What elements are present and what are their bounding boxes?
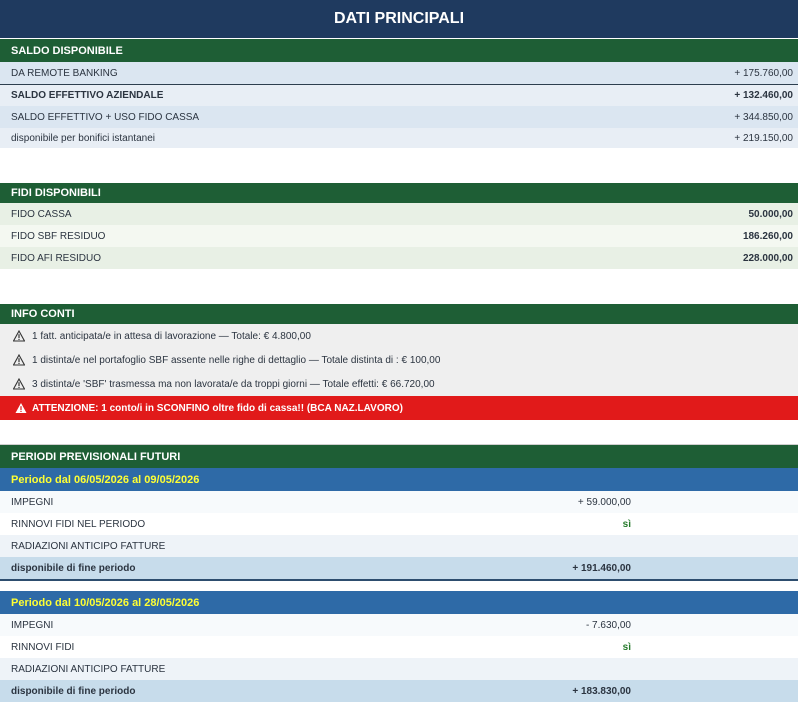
saldo-label: SALDO EFFETTIVO AZIENDALE: [11, 90, 164, 101]
fido-label: FIDO SBF RESIDUO: [11, 230, 106, 242]
info-text: 1 fatt. anticipata/e in attesa di lavora…: [32, 330, 311, 342]
fido-row: FIDO AFI RESIDUO 228.000,00: [0, 247, 798, 269]
period-value: + 59.000,00: [577, 496, 631, 508]
saldo-row: disponibile per bonifici istantanei + 21…: [0, 128, 798, 148]
fido-value: 50.000,00: [748, 208, 794, 220]
saldo-label: SALDO EFFETTIVO + USO FIDO CASSA: [11, 111, 200, 123]
saldo-row: DA REMOTE BANKING + 175.760,00: [0, 62, 798, 84]
saldo-label: disponibile per bonifici istantanei: [11, 132, 155, 144]
period-label: disponibile di fine periodo: [11, 562, 136, 574]
saldo-value: + 219.150,00: [734, 132, 793, 144]
period-row: RADIAZIONI ANTICIPO FATTURE: [0, 535, 798, 557]
saldo-row: SALDO EFFETTIVO + USO FIDO CASSA + 344.8…: [0, 106, 798, 128]
period-label: RADIAZIONI ANTICIPO FATTURE: [11, 663, 166, 675]
period-row: IMPEGNI - 7.630,00: [0, 614, 798, 636]
section-periodi-previsionali: PERIODI PREVISIONALI FUTURI: [0, 445, 798, 468]
period-row: RINNOVI FIDI NEL PERIODO sì: [0, 513, 798, 535]
fido-row: FIDO CASSA 50.000,00: [0, 203, 798, 225]
sconfino-alert: ATTENZIONE: 1 conto/i in SCONFINO oltre …: [0, 396, 798, 420]
info-item: 1 fatt. anticipata/e in attesa di lavora…: [0, 324, 798, 348]
period-label: RADIAZIONI ANTICIPO FATTURE: [11, 540, 166, 552]
section-info-conti: INFO CONTI: [0, 304, 798, 324]
period-title: Periodo dal 06/05/2026 al 09/05/2026: [0, 468, 798, 491]
section-saldo-disponibile: SALDO DISPONIBILE: [0, 39, 798, 62]
info-item: 1 distinta/e nel portafoglio SBF assente…: [0, 348, 798, 372]
saldo-row: SALDO EFFETTIVO AZIENDALE + 132.460,00: [0, 85, 798, 106]
main-panel: DATI PRINCIPALI SALDO DISPONIBILE DA REM…: [0, 0, 798, 702]
warning-icon: [13, 330, 25, 342]
period-label: RINNOVI FIDI NEL PERIODO: [11, 518, 146, 530]
saldo-value: + 132.460,00: [734, 90, 793, 101]
period-value: sì: [622, 518, 631, 530]
section-fidi-disponibili: FIDI DISPONIBILI: [0, 183, 798, 203]
warning-icon: [15, 403, 27, 413]
fido-label: FIDO CASSA: [11, 208, 72, 220]
saldo-value: + 175.760,00: [734, 67, 793, 79]
fido-row: FIDO SBF RESIDUO 186.260,00: [0, 225, 798, 247]
period-label: RINNOVI FIDI: [11, 641, 75, 653]
period-row: IMPEGNI + 59.000,00: [0, 491, 798, 513]
info-text: 3 distinta/e 'SBF' trasmessa ma non lavo…: [32, 378, 435, 390]
saldo-value: + 344.850,00: [734, 111, 793, 123]
info-item: 3 distinta/e 'SBF' trasmessa ma non lavo…: [0, 372, 798, 396]
period-value: sì: [622, 641, 631, 653]
fido-label: FIDO AFI RESIDUO: [11, 252, 102, 264]
warning-icon: [13, 354, 25, 366]
period-row: RINNOVI FIDI sì: [0, 636, 798, 658]
period-value: + 191.460,00: [572, 562, 631, 574]
fido-value: 186.260,00: [742, 230, 793, 242]
fido-value: 228.000,00: [742, 252, 793, 264]
alert-text: ATTENZIONE: 1 conto/i in SCONFINO oltre …: [32, 402, 403, 414]
period-row: RADIAZIONI ANTICIPO FATTURE: [0, 658, 798, 680]
period-label: disponibile di fine periodo: [11, 685, 136, 697]
info-text: 1 distinta/e nel portafoglio SBF assente…: [32, 354, 441, 366]
period-label: IMPEGNI: [11, 619, 54, 631]
period-total-row: disponibile di fine periodo + 191.460,00: [0, 557, 798, 579]
period-value: + 183.830,00: [572, 685, 631, 697]
saldo-label: DA REMOTE BANKING: [11, 67, 118, 79]
period-title: Periodo dal 10/05/2026 al 28/05/2026: [0, 591, 798, 614]
warning-icon: [13, 378, 25, 390]
period-value: - 7.630,00: [585, 619, 631, 631]
page-title: DATI PRINCIPALI: [0, 0, 798, 38]
period-label: IMPEGNI: [11, 496, 54, 508]
